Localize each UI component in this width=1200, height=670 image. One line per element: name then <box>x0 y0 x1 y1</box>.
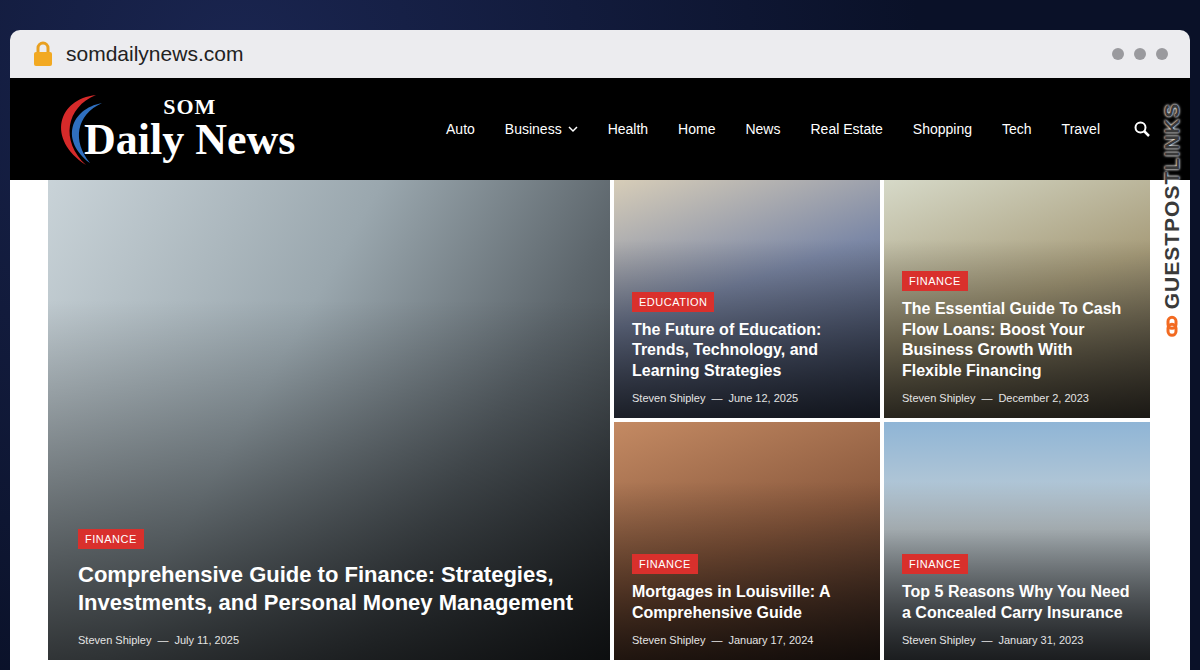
window-dot-icon[interactable] <box>1156 48 1168 60</box>
post-meta: Steven Shipley — June 12, 2025 <box>632 392 798 404</box>
window-dot-icon[interactable] <box>1112 48 1124 60</box>
post-title[interactable]: The Future of Education: Trends, Technol… <box>632 320 862 382</box>
post-card[interactable]: FINANCE The Essential Guide To Cash Flow … <box>884 180 1150 418</box>
post-overlay: EDUCATION The Future of Education: Trends… <box>614 180 880 418</box>
category-badge[interactable]: FINANCE <box>902 271 968 291</box>
post-title[interactable]: The Essential Guide To Cash Flow Loans: … <box>902 299 1132 382</box>
post-meta: Steven Shipley — January 17, 2024 <box>632 634 813 646</box>
browser-window: somdailynews.com SOMDaily News Auto Busine… <box>10 30 1190 670</box>
post-card[interactable]: EDUCATION The Future of Education: Trends… <box>614 180 880 418</box>
watermark: GUESTPOSTLINKS <box>1156 70 1188 370</box>
lock-icon <box>32 41 54 67</box>
nav-item[interactable]: Home <box>678 121 715 137</box>
category-badge[interactable]: FINANCE <box>632 554 698 574</box>
search-icon[interactable] <box>1134 121 1150 137</box>
url-text[interactable]: somdailynews.com <box>66 42 243 66</box>
post-author[interactable]: Steven Shipley <box>632 634 705 646</box>
site-logo[interactable]: SOMDaily News <box>46 89 295 169</box>
window-dot-icon[interactable] <box>1134 48 1146 60</box>
post-meta: Steven Shipley — December 2, 2023 <box>902 392 1089 404</box>
logo-top: SOM <box>163 96 216 118</box>
chevron-down-icon <box>568 125 578 133</box>
post-date: January 31, 2023 <box>998 634 1083 646</box>
nav-item[interactable]: Tech <box>1002 121 1032 137</box>
post-title[interactable]: Mortgages in Louisville: A Comprehensive… <box>632 582 862 624</box>
post-date: January 17, 2024 <box>728 634 813 646</box>
post-date: June 12, 2025 <box>728 392 798 404</box>
post-date: December 2, 2023 <box>998 392 1089 404</box>
post-author[interactable]: Steven Shipley <box>902 392 975 404</box>
address-bar: somdailynews.com <box>10 30 1190 78</box>
content: FINANCE Comprehensive Guide to Finance: S… <box>10 180 1190 670</box>
logo-text: SOMDaily News <box>84 96 295 162</box>
meta-separator: — <box>711 392 722 404</box>
link-icon <box>1161 315 1183 337</box>
nav-item[interactable]: Real Estate <box>810 121 882 137</box>
post-meta: Steven Shipley — July 11, 2025 <box>78 634 239 646</box>
nav-item[interactable]: News <box>745 121 780 137</box>
post-author[interactable]: Steven Shipley <box>632 392 705 404</box>
main-nav: Auto Business Health Home News Real Esta… <box>446 121 1150 137</box>
post-card[interactable]: FINANCE Top 5 Reasons Why You Need a Conc… <box>884 422 1150 660</box>
post-overlay: FINANCE Mortgages in Louisville: A Compre… <box>614 422 880 660</box>
post-meta: Steven Shipley — January 31, 2023 <box>902 634 1083 646</box>
meta-separator: — <box>981 392 992 404</box>
page: somdailynews.com SOMDaily News Auto Busine… <box>0 0 1200 670</box>
category-badge[interactable]: FINANCE <box>78 529 144 549</box>
nav-item[interactable]: Shopping <box>913 121 972 137</box>
watermark-text: GUESTPOSTLINKS <box>1160 103 1184 338</box>
post-card[interactable]: FINANCE Comprehensive Guide to Finance: S… <box>48 180 610 660</box>
category-badge[interactable]: FINANCE <box>902 554 968 574</box>
nav-item[interactable]: Health <box>608 121 648 137</box>
meta-separator: — <box>157 634 168 646</box>
site-header: SOMDaily News Auto Business Health Home N… <box>10 78 1190 180</box>
nav-item[interactable]: Auto <box>446 121 475 137</box>
nav-item[interactable]: Travel <box>1062 121 1100 137</box>
post-overlay: FINANCE The Essential Guide To Cash Flow … <box>884 180 1150 418</box>
post-date: July 11, 2025 <box>174 634 239 646</box>
post-author[interactable]: Steven Shipley <box>902 634 975 646</box>
post-overlay: FINANCE Comprehensive Guide to Finance: S… <box>48 180 610 660</box>
post-author[interactable]: Steven Shipley <box>78 634 151 646</box>
hero-grid: FINANCE Comprehensive Guide to Finance: S… <box>48 180 1150 660</box>
window-controls <box>1112 48 1168 60</box>
post-card[interactable]: FINANCE Mortgages in Louisville: A Compre… <box>614 422 880 660</box>
post-title[interactable]: Comprehensive Guide to Finance: Strategi… <box>78 561 580 618</box>
post-overlay: FINANCE Top 5 Reasons Why You Need a Conc… <box>884 422 1150 660</box>
logo-main: Daily News <box>84 118 295 162</box>
meta-separator: — <box>711 634 722 646</box>
meta-separator: — <box>981 634 992 646</box>
post-title[interactable]: Top 5 Reasons Why You Need a Concealed C… <box>902 582 1132 624</box>
category-badge[interactable]: EDUCATION <box>632 292 714 312</box>
nav-item[interactable]: Business <box>505 121 578 137</box>
